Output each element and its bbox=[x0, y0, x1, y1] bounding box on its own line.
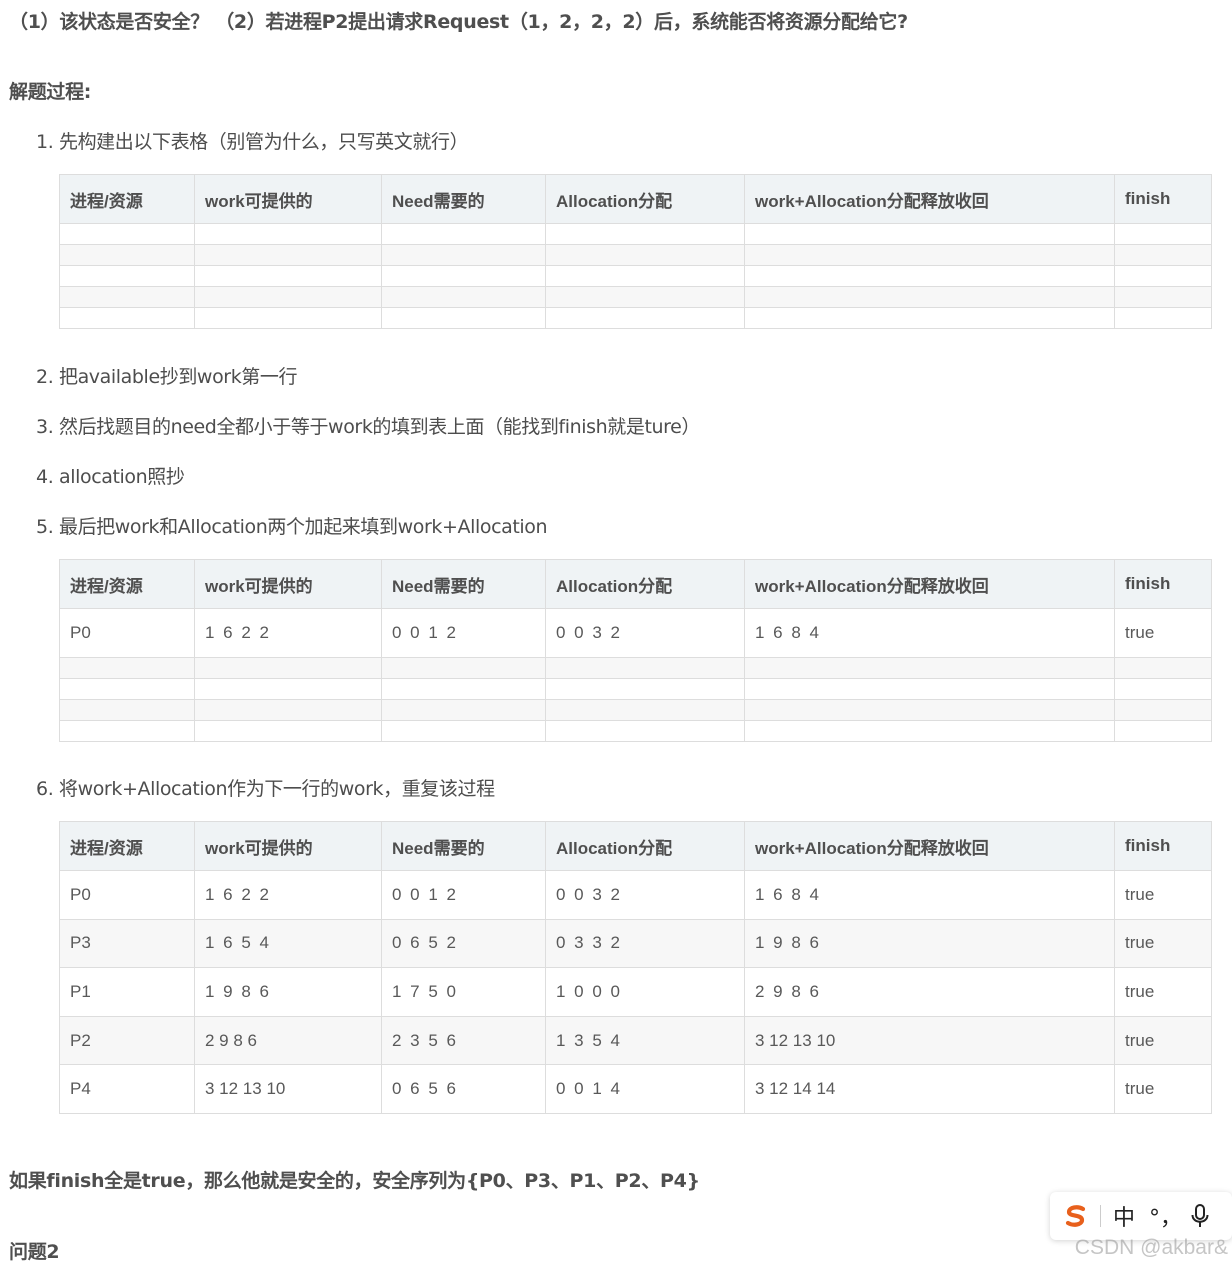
cell-work-plus-allocation: 3 12 14 14 bbox=[744, 1064, 1115, 1114]
cell-allocation: 0 0 3 2 bbox=[545, 608, 745, 658]
header-need: Need需要的 bbox=[381, 174, 546, 224]
cell-work: 3 12 13 10 bbox=[194, 1064, 382, 1114]
table-row: P4 3 12 13 10 0 6 5 6 0 0 1 4 3 12 14 14… bbox=[59, 1064, 1212, 1114]
header-process: 进程/资源 bbox=[59, 559, 195, 609]
table-row: P3 1 6 5 4 0 6 5 2 0 3 3 2 1 9 8 6 true bbox=[59, 918, 1212, 969]
cell-finish: true bbox=[1114, 870, 1212, 920]
cell-work: 1 6 5 4 bbox=[194, 918, 382, 969]
step-2: 2. 把available抄到work第一行 bbox=[36, 366, 298, 388]
cell-allocation: 0 3 3 2 bbox=[545, 918, 745, 969]
table-row bbox=[59, 244, 1212, 266]
cell-need: 0 0 1 2 bbox=[381, 608, 546, 658]
cell-work-plus-allocation: 1 9 8 6 bbox=[744, 918, 1115, 969]
cell-allocation: 0 0 3 2 bbox=[545, 870, 745, 920]
header-process: 进程/资源 bbox=[59, 174, 195, 224]
csdn-watermark: CSDN @akbar& bbox=[1074, 1236, 1228, 1259]
table-header-row: 进程/资源 work可提供的 Need需要的 Allocation分配 work… bbox=[59, 821, 1212, 871]
step-4: 4. allocation照抄 bbox=[36, 466, 185, 488]
header-need: Need需要的 bbox=[381, 559, 546, 609]
cell-work: 2 9 8 6 bbox=[194, 1015, 382, 1066]
cell-finish: true bbox=[1114, 918, 1212, 969]
cell-allocation: 1 0 0 0 bbox=[545, 967, 745, 1017]
header-process: 进程/资源 bbox=[59, 821, 195, 871]
header-allocation: Allocation分配 bbox=[545, 821, 745, 871]
microphone-icon[interactable] bbox=[1189, 1203, 1211, 1229]
cell-work-plus-allocation: 3 12 13 10 bbox=[744, 1015, 1115, 1066]
cell-work: 1 6 2 2 bbox=[194, 870, 382, 920]
table-row bbox=[59, 307, 1212, 329]
cell-work: 1 9 8 6 bbox=[194, 967, 382, 1017]
header-work-plus-allocation: work+Allocation分配释放收回 bbox=[744, 559, 1115, 609]
cell-work-plus-allocation: 1 6 8 4 bbox=[744, 608, 1115, 658]
process-heading: 解题过程: bbox=[9, 81, 92, 103]
table-row bbox=[59, 265, 1212, 287]
header-work: work可提供的 bbox=[194, 821, 382, 871]
header-work: work可提供的 bbox=[194, 559, 382, 609]
cell-finish: true bbox=[1114, 608, 1212, 658]
table-row bbox=[59, 677, 1212, 700]
header-finish: finish bbox=[1114, 821, 1212, 871]
cell-work-plus-allocation: 1 6 8 4 bbox=[744, 870, 1115, 920]
header-allocation: Allocation分配 bbox=[545, 559, 745, 609]
step-6: 6. 将work+Allocation作为下一行的work，重复该过程 bbox=[36, 778, 495, 800]
cell-work: 1 6 2 2 bbox=[194, 608, 382, 658]
cell-need: 2 3 5 6 bbox=[381, 1015, 546, 1066]
step-1: 1. 先构建出以下表格（别管为什么，只写英文就行） bbox=[36, 131, 469, 153]
ime-separator bbox=[1100, 1205, 1101, 1227]
header-finish: finish bbox=[1114, 559, 1212, 609]
question2-heading: 问题2 bbox=[9, 1241, 60, 1263]
cell-process: P0 bbox=[59, 870, 195, 920]
cell-need: 0 0 1 2 bbox=[381, 870, 546, 920]
partial-table: 进程/资源 work可提供的 Need需要的 Allocation分配 work… bbox=[59, 559, 1212, 742]
table-row: P0 1 6 2 2 0 0 1 2 0 0 3 2 1 6 8 4 true bbox=[59, 870, 1212, 920]
header-finish: finish bbox=[1114, 174, 1212, 224]
table-row: P2 2 9 8 6 2 3 5 6 1 3 5 4 3 12 13 10 tr… bbox=[59, 1015, 1212, 1066]
sogou-s-icon[interactable] bbox=[1062, 1202, 1090, 1230]
cell-process: P2 bbox=[59, 1015, 195, 1066]
table-row bbox=[59, 223, 1212, 245]
cell-finish: true bbox=[1114, 967, 1212, 1017]
table-row bbox=[59, 719, 1212, 742]
cell-finish: true bbox=[1114, 1015, 1212, 1066]
cell-process: P0 bbox=[59, 608, 195, 658]
table-row bbox=[59, 698, 1212, 721]
chinese-mode-toggle[interactable]: 中 bbox=[1113, 1200, 1149, 1232]
cell-process: P4 bbox=[59, 1064, 195, 1114]
cell-allocation: 0 0 1 4 bbox=[545, 1064, 745, 1114]
step-5: 5. 最后把work和Allocation两个加起来填到work+Allocat… bbox=[36, 516, 548, 538]
header-work-plus-allocation: work+Allocation分配释放收回 bbox=[744, 174, 1115, 224]
table-row: P0 1 6 2 2 0 0 1 2 0 0 3 2 1 6 8 4 true bbox=[59, 608, 1212, 658]
table-header-row: 进程/资源 work可提供的 Need需要的 Allocation分配 work… bbox=[59, 174, 1212, 224]
cell-work-plus-allocation: 2 9 8 6 bbox=[744, 967, 1115, 1017]
conclusion-text: 如果finish全是true，那么他就是安全的，安全序列为{P0、P3、P1、P… bbox=[9, 1170, 700, 1192]
cell-need: 0 6 5 2 bbox=[381, 918, 546, 969]
cell-process: P1 bbox=[59, 967, 195, 1017]
cell-need: 0 6 5 6 bbox=[381, 1064, 546, 1114]
table-row: P1 1 9 8 6 1 7 5 0 1 0 0 0 2 9 8 6 true bbox=[59, 967, 1212, 1017]
header-work-plus-allocation: work+Allocation分配释放收回 bbox=[744, 821, 1115, 871]
header-work: work可提供的 bbox=[194, 174, 382, 224]
header-need: Need需要的 bbox=[381, 821, 546, 871]
cell-allocation: 1 3 5 4 bbox=[545, 1015, 745, 1066]
table-row bbox=[59, 656, 1212, 679]
punctuation-mode-toggle[interactable]: °， bbox=[1149, 1200, 1189, 1232]
step-3: 3. 然后找题目的need全都小于等于work的填到表上面（能找到finish就… bbox=[36, 416, 701, 438]
cell-process: P3 bbox=[59, 918, 195, 969]
question-line: （1）该状态是否安全？ （2）若进程P2提出请求Request（1，2，2，2）… bbox=[9, 11, 908, 33]
header-allocation: Allocation分配 bbox=[545, 174, 745, 224]
table-header-row: 进程/资源 work可提供的 Need需要的 Allocation分配 work… bbox=[59, 559, 1212, 609]
complete-table: 进程/资源 work可提供的 Need需要的 Allocation分配 work… bbox=[59, 821, 1212, 1114]
ime-toolbar[interactable]: 中 °， bbox=[1050, 1192, 1232, 1240]
cell-finish: true bbox=[1114, 1064, 1212, 1114]
table-row bbox=[59, 286, 1212, 308]
cell-need: 1 7 5 0 bbox=[381, 967, 546, 1017]
empty-table: 进程/资源 work可提供的 Need需要的 Allocation分配 work… bbox=[59, 174, 1212, 329]
